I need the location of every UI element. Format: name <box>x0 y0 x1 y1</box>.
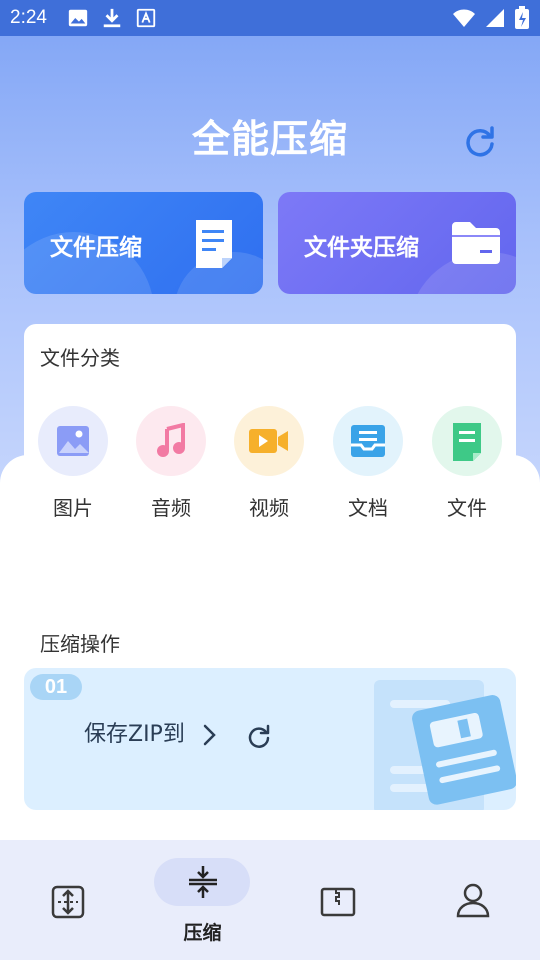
category-video[interactable]: 视频 <box>234 406 304 520</box>
a-box-icon <box>136 8 156 28</box>
nav-transfer[interactable] <box>0 840 135 960</box>
category-audio[interactable]: 音频 <box>136 406 206 520</box>
transfer-icon <box>51 885 85 919</box>
nav-archive[interactable] <box>270 840 405 960</box>
document-icon <box>196 220 232 268</box>
image-icon <box>57 426 89 456</box>
bottom-nav: 压缩 <box>0 840 540 960</box>
category-label: 视频 <box>249 496 289 520</box>
category-label: 文件 <box>447 496 487 520</box>
category-label: 图片 <box>53 496 93 520</box>
save-zip-label: 保存ZIP到 <box>84 722 185 747</box>
person-icon <box>456 883 490 918</box>
file-icon <box>453 423 481 461</box>
nav-profile[interactable] <box>405 840 540 960</box>
archive-icon <box>320 887 356 917</box>
category-label: 文档 <box>348 496 388 520</box>
folder-compress-card[interactable]: 文件夹压缩 <box>278 192 516 294</box>
folder-icon <box>452 222 500 264</box>
category-video-circle <box>234 406 304 476</box>
chevron-right-icon[interactable] <box>198 722 220 748</box>
category-document[interactable]: 文档 <box>333 406 403 520</box>
refresh-icon[interactable] <box>246 724 272 750</box>
category-audio-circle <box>136 406 206 476</box>
music-note-icon <box>157 423 185 457</box>
refresh-icon[interactable] <box>462 124 498 160</box>
inbox-tray-icon <box>351 425 385 457</box>
video-icon <box>249 429 288 453</box>
folder-compress-label: 文件夹压缩 <box>304 235 419 261</box>
wifi-icon <box>453 9 475 27</box>
operations-title: 压缩操作 <box>40 632 120 656</box>
category-label: 音频 <box>151 496 191 520</box>
file-compress-label: 文件压缩 <box>50 235 142 261</box>
file-compress-card[interactable]: 文件压缩 <box>24 192 263 294</box>
battery-icon <box>515 6 529 29</box>
category-document-circle <box>333 406 403 476</box>
status-time: 2:24 <box>10 7 47 28</box>
category-file[interactable]: 文件 <box>432 406 502 520</box>
image-icon <box>68 9 88 27</box>
save-zip-card[interactable]: 01 保存ZIP到 <box>24 668 516 810</box>
signal-icon <box>486 9 504 27</box>
category-image[interactable]: 图片 <box>38 406 108 520</box>
nav-compress[interactable]: 压缩 <box>135 840 270 960</box>
download-icon <box>103 8 121 28</box>
step-badge: 01 <box>30 674 82 700</box>
document-illustration-icon <box>374 680 516 810</box>
compress-icon <box>189 866 217 898</box>
category-file-circle <box>432 406 502 476</box>
status-bar: 2:24 <box>0 0 540 36</box>
app-title: 全能压缩 <box>191 117 348 161</box>
category-image-circle <box>38 406 108 476</box>
category-title: 文件分类 <box>40 346 120 370</box>
nav-compress-label: 压缩 <box>183 922 222 944</box>
